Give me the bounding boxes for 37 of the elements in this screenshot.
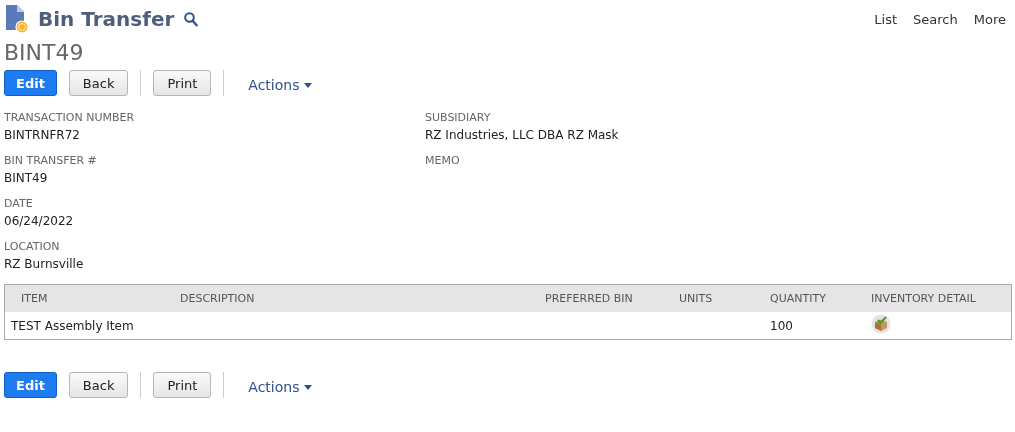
- toolbar-button[interactable]: Back: [68, 70, 129, 96]
- actions-menu[interactable]: Actions: [236, 379, 313, 395]
- table-cell-text: TEST Assembly Item: [11, 318, 135, 333]
- field-label: DATE: [4, 197, 34, 210]
- column-header: INVENTORY DETAIL: [871, 292, 977, 305]
- toolbar-button[interactable]: Print: [153, 70, 212, 96]
- field-value: BINT49: [4, 171, 49, 185]
- field-value: RZ Industries, LLC DBA RZ Mask: [425, 128, 620, 142]
- field-label: LOCATION: [4, 240, 61, 253]
- field-value: 06/24/2022: [4, 214, 75, 228]
- field-value: RZ Burnsville: [4, 257, 85, 271]
- field-value: BINTRNFR72: [4, 128, 81, 142]
- column-header: ITEM: [20, 292, 49, 305]
- field-label: TRANSACTION NUMBER: [4, 111, 136, 124]
- caret-icon: [304, 384, 313, 390]
- toolbar-button[interactable]: Back: [68, 372, 129, 398]
- nav-link[interactable]: More: [973, 11, 1006, 27]
- column-header: DESCRIPTION: [180, 292, 256, 305]
- search-icon[interactable]: [184, 11, 199, 27]
- column-header: PREFERRED BIN: [545, 292, 634, 305]
- field-label: SUBSIDIARY: [425, 111, 492, 124]
- field-label: MEMO: [425, 154, 461, 167]
- edit-button[interactable]: Edit: [4, 372, 57, 398]
- document-icon: [4, 4, 30, 34]
- column-header: QUANTITY: [770, 292, 827, 305]
- inventory-box-icon[interactable]: [871, 314, 891, 334]
- table-cell-text: 100: [770, 318, 794, 333]
- actions-menu[interactable]: Actions: [236, 77, 313, 93]
- nav-link[interactable]: Search: [913, 11, 958, 27]
- edit-button[interactable]: Edit: [4, 70, 57, 96]
- field-label: BIN TRANSFER #: [4, 154, 98, 167]
- nav-link[interactable]: List: [874, 11, 898, 27]
- toolbar-button[interactable]: Print: [153, 372, 212, 398]
- caret-icon: [304, 82, 313, 88]
- record-id: BINT49: [4, 39, 85, 67]
- column-header: UNITS: [679, 292, 714, 305]
- page-title: Bin Transfer: [38, 7, 175, 31]
